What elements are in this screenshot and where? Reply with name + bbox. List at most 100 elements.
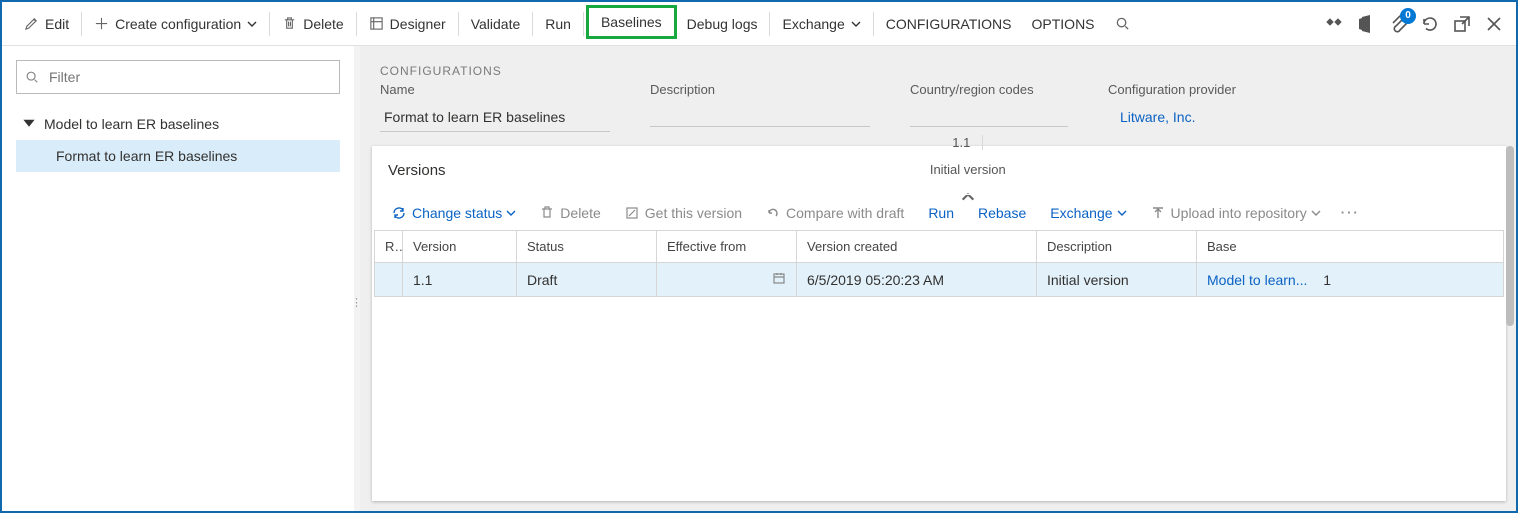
upload-icon bbox=[1151, 206, 1165, 220]
change-status-button[interactable]: Change status bbox=[382, 199, 526, 227]
col-status[interactable]: Status bbox=[517, 231, 657, 263]
field-provider: Configuration provider Litware, Inc. bbox=[1108, 82, 1338, 132]
attachments-badge: 0 bbox=[1400, 8, 1416, 24]
versions-section: Versions 1.1 Initial version Change stat… bbox=[360, 146, 1516, 511]
provider-link[interactable]: Litware, Inc. bbox=[1108, 105, 1338, 131]
exchange-label: Exchange bbox=[782, 16, 844, 32]
scrollbar-thumb[interactable] bbox=[1506, 146, 1514, 326]
configurations-tab[interactable]: CONFIGURATIONS bbox=[876, 8, 1022, 40]
exchange-button[interactable]: Exchange bbox=[772, 8, 870, 40]
search-button[interactable] bbox=[1105, 8, 1140, 40]
cycle-icon bbox=[392, 206, 406, 220]
grid-header-row: R... Version Status Effective from Versi… bbox=[375, 231, 1504, 263]
more-button[interactable]: ··· bbox=[1335, 205, 1366, 220]
separator bbox=[583, 12, 584, 36]
base-number: 1 bbox=[1323, 272, 1331, 288]
separator bbox=[356, 12, 357, 36]
compare-button[interactable]: Compare with draft bbox=[756, 199, 914, 227]
summary-description: Initial version bbox=[930, 162, 1006, 177]
search-icon bbox=[25, 70, 39, 84]
cell-status[interactable]: Draft bbox=[517, 263, 657, 297]
office-icon[interactable] bbox=[1356, 14, 1376, 34]
body: Model to learn ER baselines Format to le… bbox=[2, 46, 1516, 511]
field-label: Configuration provider bbox=[1108, 82, 1338, 97]
separator bbox=[269, 12, 270, 36]
col-base[interactable]: Base bbox=[1197, 231, 1504, 263]
chevron-down-icon bbox=[506, 208, 516, 218]
chevron-down-icon bbox=[1311, 208, 1321, 218]
col-created[interactable]: Version created bbox=[797, 231, 1037, 263]
card-header: Versions 1.1 Initial version bbox=[372, 146, 1506, 194]
app-frame: Edit Create configuration Delete Designe… bbox=[0, 0, 1518, 513]
cell-description[interactable]: Initial version bbox=[1037, 263, 1197, 297]
field-value[interactable]: Format to learn ER baselines bbox=[380, 105, 610, 132]
summary-version: 1.1 bbox=[952, 135, 983, 150]
attachments-icon[interactable]: 0 bbox=[1388, 14, 1408, 34]
cell-created[interactable]: 6/5/2019 05:20:23 AM bbox=[797, 263, 1037, 297]
cell-version[interactable]: 1.1 bbox=[403, 263, 517, 297]
filter-box[interactable] bbox=[16, 60, 340, 94]
field-country: Country/region codes bbox=[910, 82, 1068, 132]
version-exchange-button[interactable]: Exchange bbox=[1040, 199, 1136, 227]
create-label: Create configuration bbox=[115, 16, 241, 32]
col-version[interactable]: Version bbox=[403, 231, 517, 263]
configs-label: CONFIGURATIONS bbox=[886, 16, 1012, 32]
separator bbox=[873, 12, 874, 36]
refresh-icon bbox=[766, 206, 780, 220]
btn-label: Delete bbox=[560, 205, 600, 221]
versions-grid: R... Version Status Effective from Versi… bbox=[374, 230, 1504, 297]
scrollbar[interactable] bbox=[1506, 146, 1514, 501]
validate-button[interactable]: Validate bbox=[461, 8, 531, 40]
search-icon bbox=[1115, 16, 1130, 31]
refresh-icon[interactable] bbox=[1420, 14, 1440, 34]
version-run-button[interactable]: Run bbox=[918, 199, 964, 227]
col-effective[interactable]: Effective from bbox=[657, 231, 797, 263]
rebase-button[interactable]: Rebase bbox=[968, 199, 1036, 227]
cell-effective[interactable] bbox=[657, 263, 797, 297]
field-value[interactable] bbox=[910, 105, 1068, 127]
edit-label: Edit bbox=[45, 16, 69, 32]
tree-item-model[interactable]: Model to learn ER baselines bbox=[16, 108, 340, 140]
trash-icon bbox=[540, 206, 554, 220]
btn-label: Exchange bbox=[1050, 205, 1112, 221]
designer-button[interactable]: Designer bbox=[359, 8, 456, 40]
close-icon[interactable] bbox=[1484, 14, 1504, 34]
separator bbox=[769, 12, 770, 36]
base-link[interactable]: Model to learn... bbox=[1207, 272, 1307, 288]
cell-base[interactable]: Model to learn... 1 bbox=[1197, 263, 1504, 297]
caret-down-icon bbox=[22, 117, 36, 131]
navigation-pane: Model to learn ER baselines Format to le… bbox=[2, 46, 354, 511]
grid-icon[interactable] bbox=[1324, 14, 1344, 34]
version-delete-button[interactable]: Delete bbox=[530, 199, 610, 227]
field-value[interactable] bbox=[650, 105, 870, 127]
options-label: OPTIONS bbox=[1032, 16, 1095, 32]
run-button[interactable]: Run bbox=[535, 8, 581, 40]
baselines-button[interactable]: Baselines bbox=[586, 5, 677, 39]
edit-icon bbox=[625, 206, 639, 220]
section-heading: CONFIGURATIONS bbox=[360, 46, 1516, 82]
designer-label: Designer bbox=[390, 16, 446, 32]
designer-icon bbox=[369, 16, 384, 31]
delete-button[interactable]: Delete bbox=[272, 8, 353, 40]
options-tab[interactable]: OPTIONS bbox=[1022, 8, 1105, 40]
separator bbox=[81, 12, 82, 36]
run-label: Run bbox=[545, 16, 571, 32]
versions-toolbar: Change status Delete Get this version bbox=[372, 194, 1506, 230]
pencil-icon bbox=[24, 16, 39, 31]
col-description[interactable]: Description bbox=[1037, 231, 1197, 263]
col-r[interactable]: R... bbox=[375, 231, 403, 263]
action-pane: Edit Create configuration Delete Designe… bbox=[2, 2, 1516, 46]
debug-logs-button[interactable]: Debug logs bbox=[677, 8, 768, 40]
edit-button[interactable]: Edit bbox=[14, 8, 79, 40]
popout-icon[interactable] bbox=[1452, 14, 1472, 34]
tree-item-format[interactable]: Format to learn ER baselines bbox=[16, 140, 340, 172]
create-configuration-button[interactable]: Create configuration bbox=[84, 8, 267, 40]
versions-card: Versions 1.1 Initial version Change stat… bbox=[372, 146, 1506, 501]
get-version-button[interactable]: Get this version bbox=[615, 199, 752, 227]
upload-repo-button[interactable]: Upload into repository bbox=[1141, 199, 1331, 227]
filter-input[interactable] bbox=[47, 68, 331, 86]
cell-r[interactable] bbox=[375, 263, 403, 297]
grid-row[interactable]: 1.1 Draft 6/5/2019 05:20:23 AM Initial v… bbox=[375, 263, 1504, 297]
baselines-label: Baselines bbox=[601, 14, 662, 30]
tree-item-label: Format to learn ER baselines bbox=[56, 148, 237, 164]
